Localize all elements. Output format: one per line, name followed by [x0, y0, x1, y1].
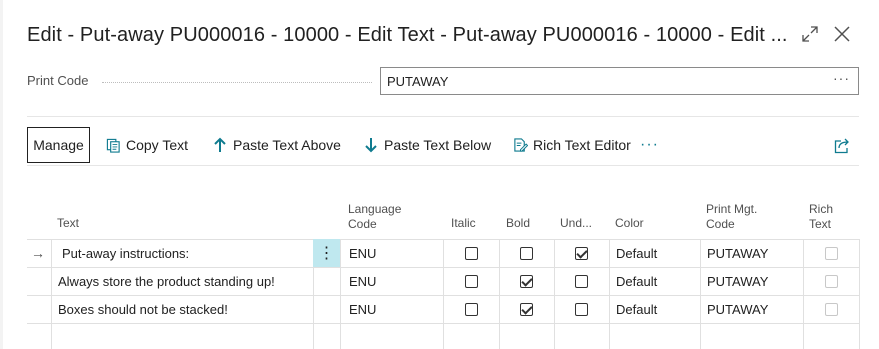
table-row[interactable]: Boxes should not be stacked! ENU Default PU…: [27, 295, 859, 323]
print-code-assist-button[interactable]: ···: [833, 70, 850, 86]
italic-checkbox[interactable]: [464, 246, 478, 260]
underline-cell[interactable]: [554, 295, 609, 323]
underline-cell[interactable]: [554, 239, 609, 267]
header-print-mgt-code-line2: Code: [706, 217, 735, 231]
share-icon: [834, 138, 849, 154]
bold-checkbox[interactable]: [520, 274, 533, 288]
header-text[interactable]: Text: [57, 216, 79, 231]
action-bar: Manage Copy Text Paste Text Above Paste …: [27, 127, 859, 163]
edit-dialog: Edit - Put-away PU000016 - 10000 - Edit …: [0, 0, 879, 349]
copy-text-button[interactable]: Copy Text: [105, 127, 188, 163]
underline-checkbox[interactable]: [575, 302, 588, 316]
rich-text-cell[interactable]: [803, 295, 859, 323]
print-code-label: Print Code: [27, 73, 89, 88]
language-code-cell[interactable]: ENU: [349, 239, 439, 267]
toolbar-divider-top: [27, 116, 859, 117]
arrow-up-icon: [212, 137, 228, 153]
rich-text-cell[interactable]: [803, 239, 859, 267]
print-code-field[interactable]: PUTAWAY ···: [380, 67, 859, 95]
window-edge: [0, 0, 3, 349]
italic-checkbox[interactable]: [464, 302, 478, 316]
grid-column-divider: [859, 239, 860, 349]
rich-text-editor-label: Rich Text Editor: [533, 137, 631, 153]
close-icon: [834, 26, 850, 42]
more-actions-button[interactable]: ···: [640, 127, 659, 163]
copy-text-label: Copy Text: [126, 137, 188, 153]
rich-text-checkbox: [824, 302, 838, 316]
manage-button[interactable]: Manage: [27, 127, 90, 163]
header-print-mgt-code[interactable]: Print Mgt. Code: [706, 202, 757, 232]
expand-icon: [802, 26, 818, 42]
table-row[interactable]: → Put-away instructions: ⋮ ENU Default PUTAWA…: [27, 239, 859, 267]
language-code-cell[interactable]: ENU: [349, 267, 439, 295]
bold-cell[interactable]: [499, 239, 554, 267]
underline-checkbox[interactable]: [575, 274, 588, 288]
header-underline[interactable]: Und...: [560, 216, 592, 231]
header-rich-text-line1: Rich: [809, 202, 834, 216]
color-cell[interactable]: Default: [616, 239, 696, 267]
italic-cell[interactable]: [443, 239, 499, 267]
text-cell[interactable]: Boxes should not be stacked!: [58, 295, 308, 323]
italic-cell[interactable]: [443, 295, 499, 323]
rich-text-editor-button[interactable]: Rich Text Editor: [512, 127, 631, 163]
paste-text-above-button[interactable]: Paste Text Above: [212, 127, 341, 163]
rich-text-cell[interactable]: [803, 267, 859, 295]
print-code-value: PUTAWAY: [387, 74, 449, 89]
bold-cell[interactable]: [499, 267, 554, 295]
text-cell[interactable]: Always store the product standing up!: [58, 267, 308, 295]
share-button[interactable]: [833, 137, 851, 155]
color-cell[interactable]: Default: [616, 295, 696, 323]
header-print-mgt-code-line1: Print Mgt.: [706, 202, 758, 216]
paste-text-below-button[interactable]: Paste Text Below: [363, 127, 491, 163]
toolbar-divider-bottom: [27, 165, 859, 166]
expand-button[interactable]: [798, 22, 822, 46]
table-row[interactable]: Always store the product standing up! ENU…: [27, 267, 859, 295]
header-italic[interactable]: Italic: [451, 216, 476, 231]
print-mgt-code-cell[interactable]: PUTAWAY: [707, 295, 801, 323]
bold-checkbox[interactable]: [520, 246, 533, 260]
arrow-down-icon: [363, 137, 379, 153]
grid-rows: → Put-away instructions: ⋮ ENU Default PUTAWA…: [27, 239, 860, 349]
header-language-code[interactable]: Language Code: [348, 202, 401, 232]
italic-checkbox[interactable]: [464, 274, 478, 288]
dialog-title: Edit - Put-away PU000016 - 10000 - Edit …: [27, 24, 788, 46]
underline-cell[interactable]: [554, 267, 609, 295]
header-rich-text[interactable]: Rich Text: [809, 202, 833, 232]
language-code-cell[interactable]: ENU: [349, 295, 439, 323]
underline-checkbox[interactable]: [575, 246, 588, 260]
rich-text-checkbox: [824, 274, 838, 288]
rich-text-icon: [512, 137, 528, 153]
header-color[interactable]: Color: [615, 216, 644, 231]
paste-text-above-label: Paste Text Above: [233, 137, 341, 153]
text-cell[interactable]: Put-away instructions:: [62, 239, 312, 267]
color-cell[interactable]: Default: [616, 267, 696, 295]
current-row-arrow-icon: →: [31, 245, 45, 261]
print-mgt-code-cell[interactable]: PUTAWAY: [707, 239, 801, 267]
header-bold[interactable]: Bold: [506, 216, 530, 231]
rich-text-checkbox: [824, 246, 838, 260]
bold-cell[interactable]: [499, 295, 554, 323]
header-rich-text-line2: Text: [809, 217, 832, 231]
italic-cell[interactable]: [443, 267, 499, 295]
copy-icon: [105, 137, 121, 153]
row-actions-button[interactable]: ⋮: [313, 239, 340, 267]
bold-checkbox[interactable]: [520, 302, 533, 316]
header-language-code-line2: Code: [348, 217, 377, 231]
field-leader-dots: [102, 82, 372, 83]
print-mgt-code-cell[interactable]: PUTAWAY: [707, 267, 801, 295]
paste-text-below-label: Paste Text Below: [384, 137, 492, 153]
close-button[interactable]: [830, 22, 854, 46]
header-language-code-line1: Language: [348, 202, 402, 216]
